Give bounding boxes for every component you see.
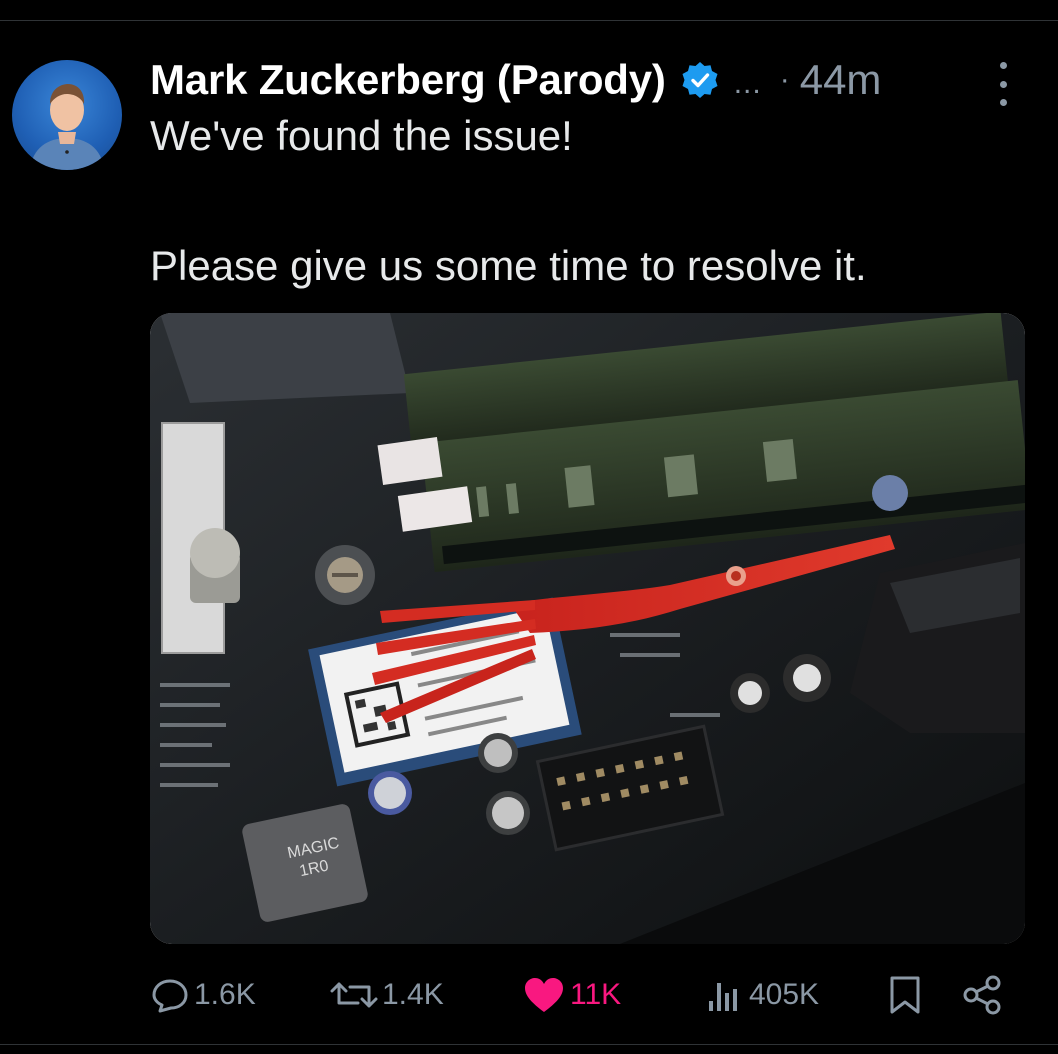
- timestamp[interactable]: 44m: [800, 56, 882, 104]
- separator-dot: ·: [779, 63, 790, 96]
- avatar[interactable]: [12, 60, 122, 170]
- share-button[interactable]: [962, 970, 1004, 1020]
- post-text-line-1: We've found the issue!: [150, 112, 573, 159]
- reply-count: 1.6K: [194, 978, 256, 1011]
- handle-truncated: ...: [733, 67, 762, 100]
- views-count: 405K: [749, 978, 820, 1011]
- action-bar: 1.6K 1.4K 11K 405K: [150, 970, 1010, 1020]
- like-count: 11K: [570, 978, 622, 1011]
- more-options-icon[interactable]: [993, 62, 1013, 106]
- like-button[interactable]: 11K: [522, 970, 621, 1020]
- bookmark-button[interactable]: [887, 970, 923, 1020]
- motherboard-photo: MAGIC 1R0: [150, 313, 1025, 944]
- repost-button[interactable]: 1.4K: [330, 970, 444, 1020]
- reply-icon: [150, 975, 190, 1015]
- repost-icon: [330, 975, 378, 1015]
- reply-button[interactable]: 1.6K: [150, 970, 256, 1020]
- share-icon: [962, 975, 1004, 1015]
- post-text-line-2: Please give us some time to resolve it.: [150, 242, 867, 289]
- verified-badge-icon: [680, 60, 720, 100]
- bottom-divider: [0, 1044, 1058, 1045]
- heart-filled-icon: [522, 975, 566, 1015]
- analytics-icon: [705, 975, 745, 1015]
- post-image[interactable]: MAGIC 1R0: [150, 313, 1025, 944]
- profile-photo: [30, 84, 104, 170]
- post-header: Mark Zuckerberg (Parody) ... · 44m: [150, 52, 881, 108]
- author-name[interactable]: Mark Zuckerberg (Parody): [150, 56, 666, 104]
- top-divider: [0, 20, 1058, 21]
- views-button[interactable]: 405K: [705, 970, 819, 1020]
- repost-count: 1.4K: [382, 978, 444, 1011]
- bookmark-icon: [887, 975, 923, 1015]
